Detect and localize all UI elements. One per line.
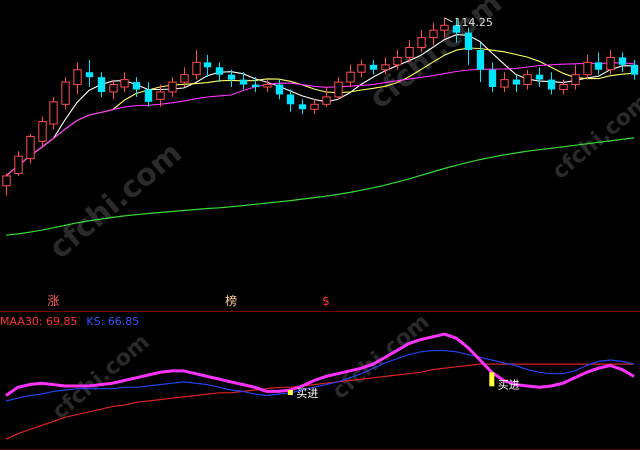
- candle-body: [500, 79, 509, 88]
- candle-body: [61, 81, 70, 105]
- candle-body: [512, 79, 521, 85]
- candle-body: [49, 101, 58, 125]
- candle-body: [346, 71, 355, 83]
- marker-label: 涨: [47, 293, 59, 308]
- candle-body: [132, 82, 141, 90]
- candle-body: [298, 104, 307, 110]
- chart-svg: cfchi.comcfchi.comcfchi.comcfchi.com cfch…: [0, 0, 640, 450]
- watermark-text: cfchi.com: [328, 309, 435, 404]
- candle-body: [156, 91, 165, 100]
- candle-body: [405, 47, 414, 58]
- buy-signal-bar: [489, 372, 495, 387]
- legend-entry: MAA30: 69.85: [0, 315, 78, 328]
- candle-body: [535, 74, 544, 80]
- candle-body: [381, 64, 390, 71]
- candle-body: [559, 84, 568, 90]
- candle-body: [417, 37, 426, 49]
- candle-body: [429, 29, 438, 39]
- candle-body: [594, 62, 603, 70]
- candles-group: [2, 17, 639, 196]
- candle-body: [488, 69, 497, 88]
- candle-body: [310, 103, 319, 110]
- candle-body: [203, 62, 212, 68]
- candle-body: [144, 89, 153, 102]
- stock-chart: cfchi.com cfchi.com cfchi.com cfchi.com cfch…: [0, 0, 640, 450]
- candle-body: [239, 79, 248, 85]
- watermark-text: cfchi.com: [548, 89, 640, 184]
- candle-body: [523, 74, 532, 86]
- candle-body: [14, 155, 23, 174]
- ma-line-ma5: [5, 34, 634, 177]
- marker-label: 榜: [225, 293, 237, 308]
- candle-body: [630, 64, 639, 75]
- candle-body: [275, 84, 284, 95]
- candle-body: [2, 175, 11, 187]
- candle-body: [334, 81, 343, 98]
- candle-body: [440, 24, 449, 31]
- legend-entry: KS: 66.85: [86, 315, 139, 328]
- candle-body: [618, 57, 627, 65]
- candle-body: [168, 81, 177, 93]
- candle-body: [97, 77, 106, 92]
- candle-body: [263, 84, 272, 88]
- candle-body: [227, 74, 236, 80]
- buy-signal-label: 买进: [498, 378, 520, 391]
- candle-body: [357, 64, 366, 73]
- candle-body: [120, 79, 129, 88]
- candle-body: [286, 94, 295, 105]
- candle-body: [476, 49, 485, 70]
- candle-body: [180, 74, 189, 83]
- candle-body: [192, 61, 201, 76]
- buy-signal-label: 买进: [296, 387, 318, 400]
- candle-body: [583, 61, 592, 76]
- candle-body: [547, 79, 556, 90]
- watermark-text: cfchi.com: [43, 136, 189, 267]
- candle-body: [369, 64, 378, 70]
- candle-body: [606, 56, 615, 71]
- candle-body: [464, 32, 473, 50]
- candle-body: [251, 84, 260, 88]
- marker-label: $: [322, 294, 330, 308]
- candle-body: [322, 96, 331, 105]
- candle-body: [85, 72, 94, 78]
- candle-body: [571, 74, 580, 86]
- candle-body: [73, 69, 82, 86]
- buy-signal-bar: [287, 390, 293, 396]
- candle-body: [109, 84, 118, 93]
- candle-body: [38, 121, 47, 142]
- candle-body: [393, 56, 402, 66]
- ma-line-ma10: [5, 47, 635, 177]
- candle-body: [26, 135, 35, 160]
- candle-body: [215, 67, 224, 75]
- high-price-label: 114.25: [454, 16, 493, 29]
